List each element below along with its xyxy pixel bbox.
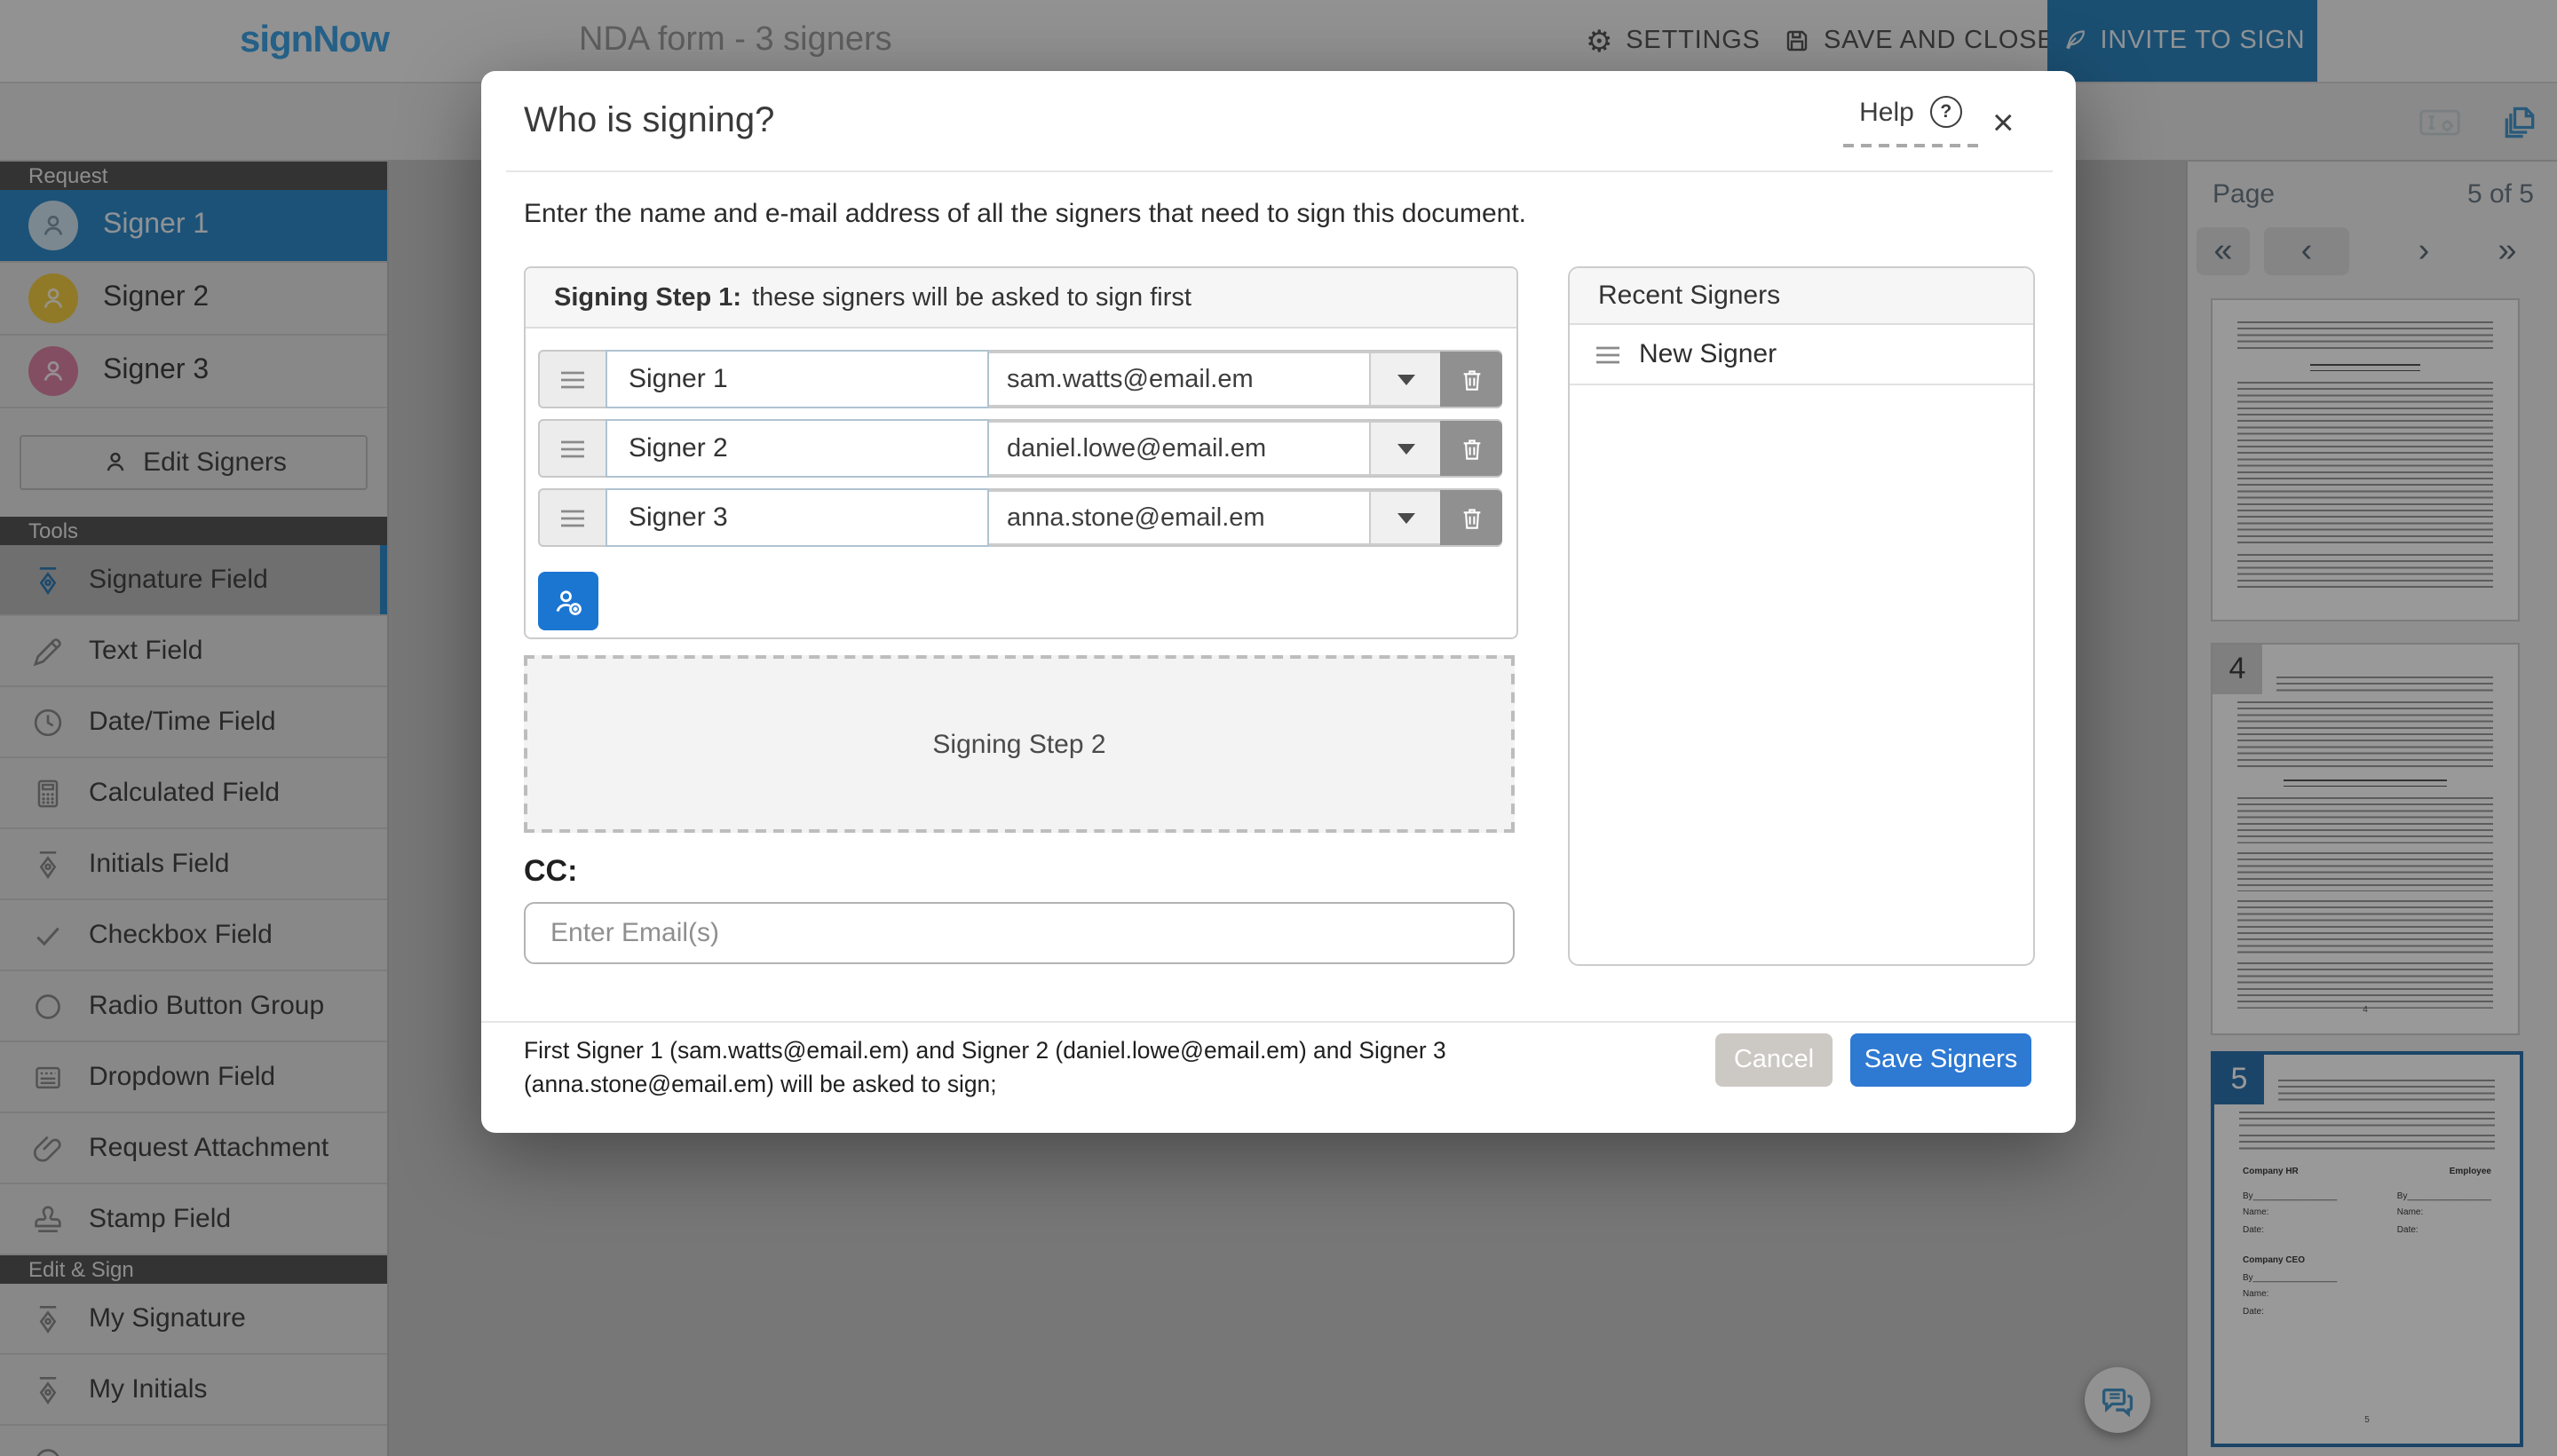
email-dropdown-button[interactable] <box>1369 352 1440 407</box>
close-icon[interactable]: × <box>1992 105 2015 142</box>
header-divider <box>506 170 2053 172</box>
signing-step-1-title: Signing Step 1: <box>554 283 741 312</box>
delete-signer-button[interactable] <box>1440 421 1502 476</box>
signing-step-2-dropzone[interactable]: Signing Step 2 <box>524 655 1515 833</box>
drag-handle-icon <box>1595 344 1621 365</box>
cc-email-input[interactable] <box>524 902 1515 964</box>
modal-header: Who is signing? Help ? × <box>481 71 2076 170</box>
trash-icon <box>1457 434 1485 463</box>
signing-step-1-box: Signing Step 1: these signers will be as… <box>524 266 1518 639</box>
recent-signer-item[interactable]: New Signer <box>1570 325 2033 385</box>
trash-icon <box>1457 365 1485 393</box>
cancel-button[interactable]: Cancel <box>1715 1033 1833 1087</box>
signer-name-input[interactable] <box>606 350 989 408</box>
drag-handle-icon[interactable] <box>540 490 606 545</box>
signer-email-value[interactable]: anna.stone@email.em <box>989 490 1369 545</box>
signer-row: daniel.lowe@email.em <box>538 419 1502 478</box>
signer-row: anna.stone@email.em <box>538 488 1502 547</box>
recent-signers-panel: Recent Signers New Signer <box>1568 266 2035 966</box>
drag-handle-icon[interactable] <box>540 421 606 476</box>
recent-signers-title: Recent Signers <box>1570 268 2033 325</box>
email-dropdown-button[interactable] <box>1369 490 1440 545</box>
save-signers-button[interactable]: Save Signers <box>1850 1033 2031 1087</box>
signing-step-1-subtitle: these signers will be asked to sign firs… <box>752 283 1191 312</box>
person-add-icon <box>550 583 586 619</box>
add-signer-button[interactable] <box>538 572 598 630</box>
drag-handle-icon[interactable] <box>540 352 606 407</box>
signing-step-2-label: Signing Step 2 <box>932 729 1105 759</box>
signing-step-1-header: Signing Step 1: these signers will be as… <box>526 268 1516 328</box>
signer-row: sam.watts@email.em <box>538 350 1502 408</box>
signing-order-summary: First Signer 1 (sam.watts@email.em) and … <box>524 1033 1696 1102</box>
cc-label: CC: <box>524 854 577 890</box>
signer-email-value[interactable]: daniel.lowe@email.em <box>989 421 1369 476</box>
question-circle-icon: ? <box>1930 96 1962 128</box>
modal-title: Who is signing? <box>524 101 774 142</box>
help-dashed-underline <box>1843 144 1978 147</box>
delete-signer-button[interactable] <box>1440 352 1502 407</box>
who-is-signing-modal: Who is signing? Help ? × Enter the name … <box>481 71 2076 1133</box>
modal-footer: First Signer 1 (sam.watts@email.em) and … <box>481 1021 2076 1133</box>
delete-signer-button[interactable] <box>1440 490 1502 545</box>
trash-icon <box>1457 503 1485 532</box>
chevron-down-icon <box>1397 512 1414 523</box>
help-label: Help <box>1859 97 1914 127</box>
recent-signer-label: New Signer <box>1639 339 1777 369</box>
email-dropdown-button[interactable] <box>1369 421 1440 476</box>
modal-instruction: Enter the name and e-mail address of all… <box>524 199 1526 229</box>
signnow-editor: signNow NDA form - 3 signers ⚙ SETTINGS … <box>0 0 2557 1456</box>
signer-email-value[interactable]: sam.watts@email.em <box>989 352 1369 407</box>
signer-name-input[interactable] <box>606 488 989 547</box>
signer-name-input[interactable] <box>606 419 989 478</box>
chevron-down-icon <box>1397 443 1414 454</box>
chevron-down-icon <box>1397 374 1414 384</box>
help-link[interactable]: Help ? <box>1843 96 1978 147</box>
